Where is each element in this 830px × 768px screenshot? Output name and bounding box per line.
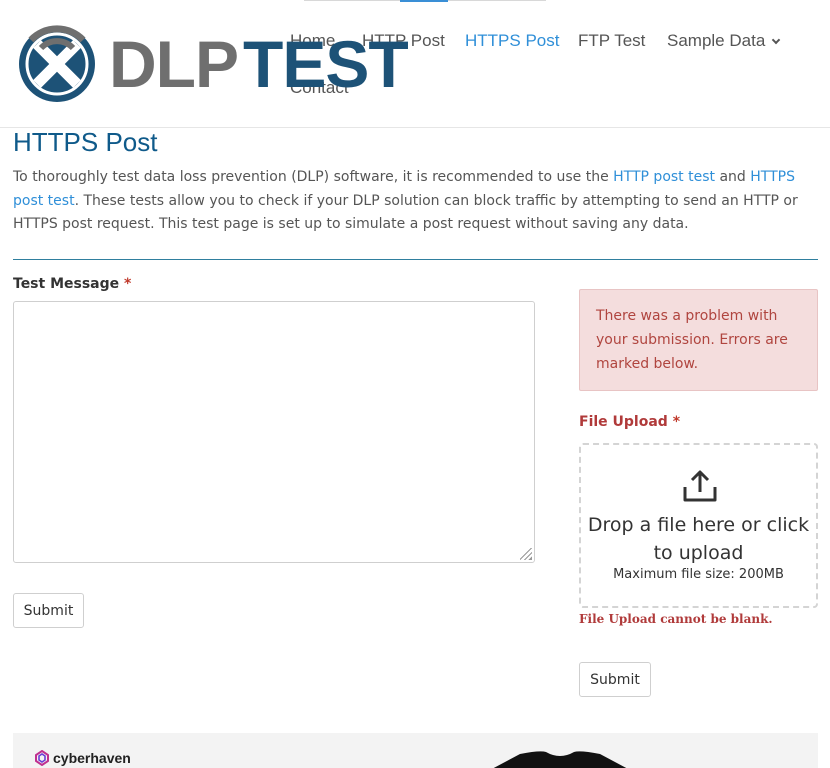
resize-handle-icon[interactable]: [520, 548, 532, 560]
submit-upload-button[interactable]: Submit: [579, 662, 651, 697]
site-logo[interactable]: DLP TEST: [17, 22, 409, 106]
nav-sample-data-label: Sample Data: [667, 31, 766, 50]
sponsor-name: cyberhaven: [53, 750, 131, 766]
nav-https-post[interactable]: HTTPS Post: [465, 31, 559, 51]
intro-text-mid: and: [715, 169, 751, 185]
required-mark: *: [124, 276, 132, 292]
section-divider: [13, 259, 818, 260]
dropzone-instructions: Drop a file here or click to upload: [587, 514, 810, 564]
file-upload-label-text: File Upload: [579, 414, 668, 430]
error-alert: There was a problem with your submission…: [579, 289, 818, 391]
cyberhaven-icon: [35, 750, 49, 766]
test-message-textarea[interactable]: [13, 301, 535, 563]
max-file-size-note: Maximum file size: 200MB: [613, 567, 784, 582]
test-message-label: Test Message *: [13, 276, 131, 292]
sponsor-banner[interactable]: [13, 733, 818, 768]
file-upload-error: File Upload cannot be blank.: [579, 612, 773, 626]
intro-text-pre: To thoroughly test data loss prevention …: [13, 169, 614, 185]
intro-text-post: . These tests allow you to check if your…: [13, 192, 798, 233]
file-upload-label: File Upload *: [579, 414, 680, 430]
chevron-down-icon: [772, 35, 781, 45]
page-title: HTTPS Post: [13, 127, 158, 157]
nav-sample-data[interactable]: Sample Data: [667, 31, 781, 51]
dlp-x-wifi-icon: [19, 25, 95, 102]
logo-text-dlp: DLP: [109, 27, 239, 101]
cyberhaven-logo[interactable]: cyberhaven: [34, 750, 131, 766]
nav-ftp-test[interactable]: FTP Test: [578, 31, 645, 51]
upload-icon: [683, 470, 717, 502]
intro-paragraph: To thoroughly test data loss prevention …: [13, 166, 813, 237]
required-mark: *: [672, 414, 681, 430]
http-post-test-link[interactable]: HTTP post test: [613, 169, 715, 185]
test-message-label-text: Test Message: [13, 276, 120, 292]
header-top-accent: [400, 0, 448, 2]
submit-message-button[interactable]: Submit: [13, 593, 84, 628]
logo-text-test: TEST: [243, 27, 409, 101]
tshirt-image: [493, 751, 627, 768]
site-header: Home HTTP Post HTTPS Post FTP Test Sampl…: [0, 0, 830, 128]
file-dropzone[interactable]: Drop a file here or click to upload Maxi…: [579, 443, 818, 608]
